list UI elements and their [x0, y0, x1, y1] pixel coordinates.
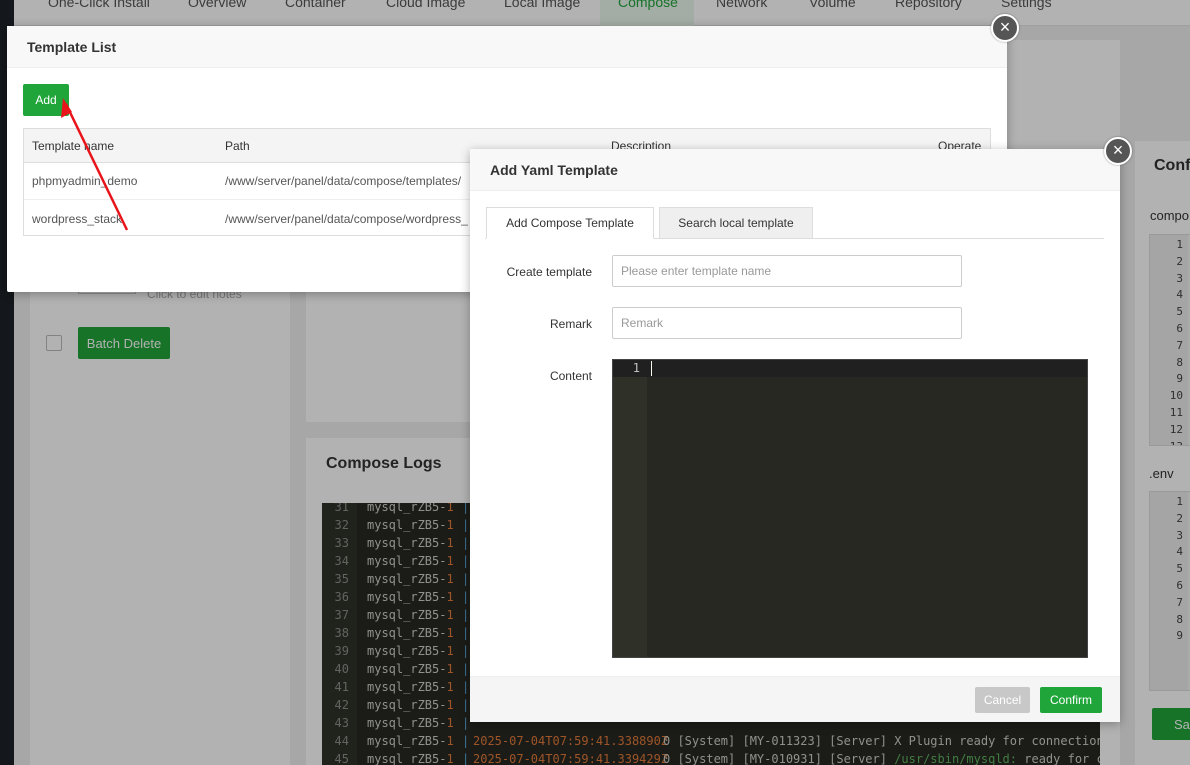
yaml-content-editor[interactable]: 1: [612, 359, 1088, 658]
content-label: Content: [549, 369, 592, 383]
add-yaml-title: Add Yaml Template: [470, 149, 1120, 191]
tab-search-local-template[interactable]: Search local template: [659, 207, 813, 239]
add-template-button[interactable]: Add: [23, 84, 69, 116]
close-icon[interactable]: ×: [991, 14, 1019, 42]
template-path-cell: /www/server/panel/data/compose/templates…: [225, 174, 462, 188]
col-template-name: Template name: [32, 138, 115, 153]
template-name-input[interactable]: [612, 255, 962, 287]
template-name-cell: wordpress_stack: [32, 211, 123, 226]
dialog-tabs: Add Compose Template Search local templa…: [485, 207, 1104, 239]
close-icon[interactable]: ×: [1104, 137, 1132, 165]
template-path-cell: /www/server/panel/data/compose/wordpress…: [225, 211, 468, 226]
remark-input[interactable]: [612, 307, 962, 339]
add-yaml-template-dialog: Add Yaml Template Add Compose Template S…: [470, 149, 1120, 722]
confirm-button[interactable]: Confirm: [1040, 687, 1102, 713]
editor-line-number: 1: [632, 361, 640, 375]
remark-label: Remark: [549, 317, 592, 331]
template-list-title: Template List: [7, 26, 1007, 68]
create-template-label: Create template: [506, 265, 592, 279]
cancel-button[interactable]: Cancel: [975, 687, 1030, 713]
dialog-footer: Cancel Confirm: [470, 676, 1120, 722]
col-path: Path: [225, 138, 250, 153]
editor-gutter: [613, 360, 647, 657]
tab-add-compose-template[interactable]: Add Compose Template: [486, 207, 654, 239]
template-name-cell: phpmyadmin_demo: [32, 174, 138, 188]
editor-cursor: [651, 361, 652, 376]
editor-active-line: [613, 360, 1087, 377]
